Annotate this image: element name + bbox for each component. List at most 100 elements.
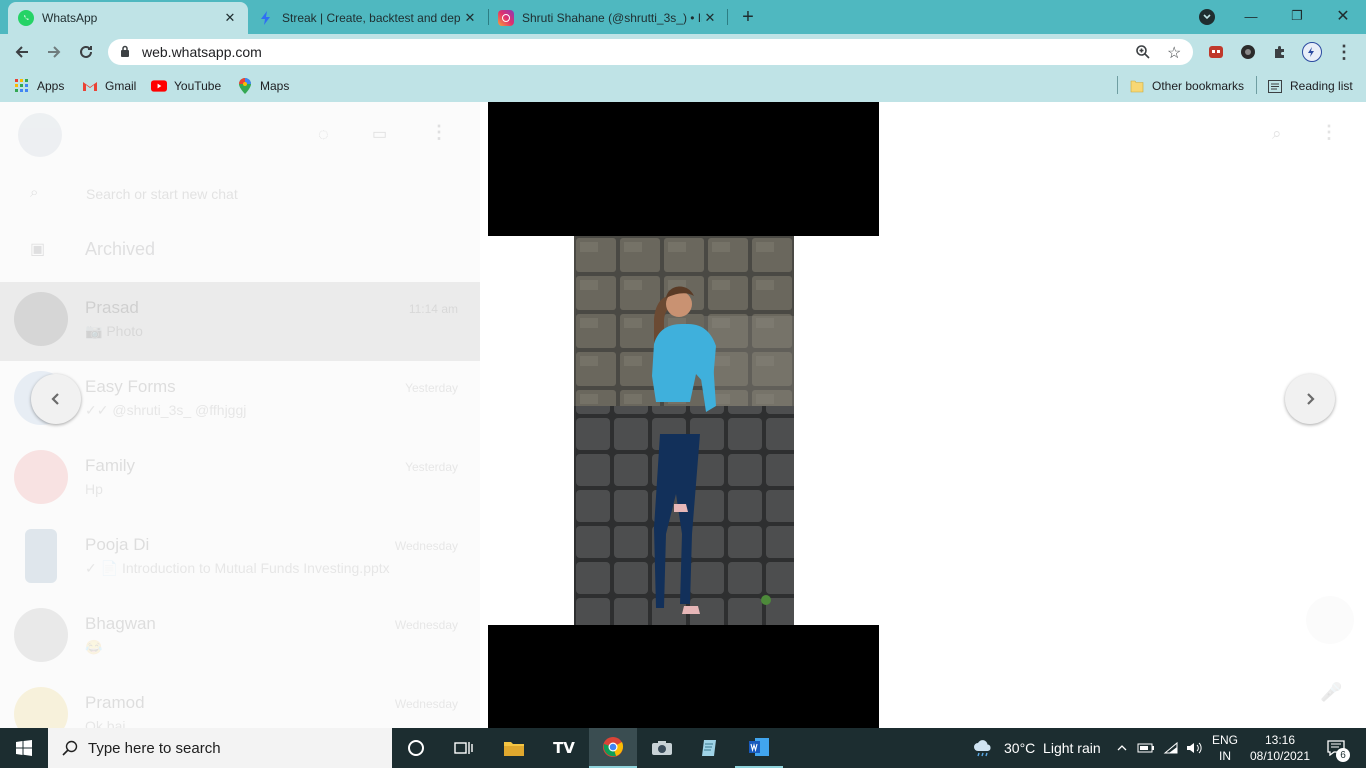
new-tab-button[interactable]: + [736, 5, 760, 29]
restore-button[interactable]: ❐ [1286, 4, 1308, 28]
tab-title: Shruti Shahane (@shrutti_3s_) • In [522, 11, 702, 25]
other-bookmarks[interactable]: Other bookmarks [1129, 77, 1244, 95]
taskbar-search-box[interactable]: Type here to search [48, 728, 392, 768]
bookmark-label: Gmail [105, 79, 137, 93]
clock-date: 08/10/2021 [1249, 749, 1311, 763]
bookmark-label: Maps [260, 79, 290, 93]
notification-count-badge: 6 [1336, 748, 1350, 762]
extension-record-button[interactable] [1234, 38, 1262, 66]
chat-list-item[interactable]: Family Yesterday Hp [0, 440, 480, 519]
wifi-icon[interactable] [1163, 728, 1179, 768]
volume-icon[interactable] [1186, 728, 1204, 768]
chat-list-item[interactable]: Bhagwan Wednesday 😂 [0, 598, 480, 677]
bookmark-maps[interactable]: Maps [237, 77, 289, 95]
search-icon: ⌕ [30, 184, 39, 201]
chat-time: Yesterday [405, 381, 458, 395]
extensions-button[interactable] [1266, 38, 1294, 66]
tab-search-button[interactable] [1199, 9, 1215, 25]
previous-media-button[interactable] [31, 374, 81, 424]
cortana-icon [408, 740, 424, 756]
chat-name: Prasad [85, 298, 139, 317]
notepad-button[interactable] [686, 728, 734, 768]
chevron-down-icon [1203, 14, 1211, 20]
chrome-icon [603, 737, 624, 757]
tradingview-button[interactable]: TV [540, 728, 588, 768]
tab-streak[interactable]: Streak | Create, backtest and dep ✕ [248, 2, 488, 34]
camera-icon [652, 741, 672, 755]
search-icon[interactable]: ⌕ [1272, 124, 1282, 144]
chat-preview: 📷 Photo [85, 323, 143, 339]
action-center-button[interactable]: 6 [1322, 728, 1350, 768]
folder-icon [1129, 78, 1145, 94]
task-view-button[interactable] [440, 728, 488, 768]
next-media-button[interactable] [1285, 374, 1335, 424]
chrome-taskbar-button[interactable] [589, 728, 637, 768]
extension-button[interactable] [1202, 38, 1230, 66]
youtube-icon [151, 78, 167, 94]
cloud-rain-icon [972, 739, 994, 757]
chat-time: Wednesday [394, 697, 458, 711]
chat-list-item[interactable]: Prasad 11:14 am 📷 Photo [0, 282, 480, 361]
clock[interactable]: 13:16 08/10/2021 [1248, 732, 1312, 764]
zoom-icon[interactable] [1135, 44, 1151, 63]
tab-separator [727, 9, 728, 25]
address-bar[interactable]: web.whatsapp.com ☆ [108, 39, 1193, 65]
puzzle-icon [1275, 46, 1284, 58]
avatar[interactable] [18, 113, 62, 157]
file-explorer-button[interactable] [490, 728, 538, 768]
battery-icon[interactable] [1137, 728, 1155, 768]
reading-list[interactable]: Reading list [1267, 77, 1353, 95]
status-icon[interactable]: ◌ [318, 124, 329, 145]
tab-whatsapp[interactable]: WhatsApp ✕ [8, 2, 248, 34]
chat-time: 11:14 am [408, 302, 458, 316]
extension-mascot-icon [1209, 46, 1223, 58]
menu-icon[interactable]: ⋮ [430, 122, 448, 143]
menu-icon[interactable]: ⋮ [1320, 122, 1338, 143]
close-tab-icon[interactable]: ✕ [702, 10, 718, 26]
task-view-icon [454, 742, 473, 754]
bookmarks-divider [1256, 76, 1257, 94]
close-tab-icon[interactable]: ✕ [462, 10, 478, 26]
tab-title: WhatsApp [42, 11, 98, 25]
streak-icon [258, 10, 274, 26]
show-hidden-icons-button[interactable] [1115, 728, 1129, 768]
tab-instagram[interactable]: Shruti Shahane (@shrutti_3s_) • In ✕ [488, 2, 728, 34]
forward-button[interactable] [40, 38, 68, 66]
chat-preview: ✓✓ @shruti_3s_ @ffhjggj [85, 402, 247, 418]
chat-search-input[interactable]: Search or start new chat [86, 186, 238, 202]
new-chat-icon[interactable]: ▭ [372, 124, 387, 144]
scroll-down-button[interactable] [1306, 596, 1354, 644]
profile-avatar-button[interactable] [1298, 38, 1326, 66]
language-indicator[interactable]: ENG IN [1210, 732, 1240, 764]
photo-frame [488, 236, 879, 625]
maps-icon [237, 78, 253, 94]
microphone-icon[interactable]: 🎤 [1320, 682, 1342, 703]
chat-name: Family [85, 456, 136, 475]
chat-preview: 😂 [85, 639, 103, 655]
photo-image[interactable] [574, 236, 794, 625]
close-tab-icon[interactable]: ✕ [222, 10, 238, 26]
minimize-button[interactable]: — [1240, 4, 1262, 28]
word-button[interactable] [735, 728, 783, 768]
avatar [14, 450, 68, 504]
lock-icon [120, 45, 130, 61]
archived-label[interactable]: Archived [85, 239, 155, 260]
reload-button[interactable] [72, 38, 100, 66]
record-icon [1241, 45, 1255, 59]
search-placeholder: Type here to search [88, 739, 221, 757]
weather-widget[interactable]: 30°C Light rain [972, 728, 1101, 768]
bookmark-label: Apps [37, 79, 65, 93]
camera-button[interactable] [638, 728, 686, 768]
close-window-button[interactable]: ✕ [1332, 4, 1354, 28]
bookmark-star-icon[interactable]: ☆ [1167, 43, 1181, 63]
back-button[interactable] [8, 38, 36, 66]
start-button[interactable] [0, 728, 48, 768]
chat-list-item[interactable]: Pooja Di Wednesday ✓ 📄 Introduction to M… [0, 519, 480, 598]
bookmark-gmail[interactable]: Gmail [82, 77, 136, 95]
bookmark-apps[interactable]: Apps [14, 77, 64, 95]
bookmark-youtube[interactable]: YouTube [151, 77, 221, 95]
chrome-menu-button[interactable]: ⋮ [1330, 38, 1358, 66]
search-icon [62, 740, 78, 756]
cortana-button[interactable] [392, 728, 440, 768]
weather-text: 30°C Light rain [1004, 740, 1101, 756]
